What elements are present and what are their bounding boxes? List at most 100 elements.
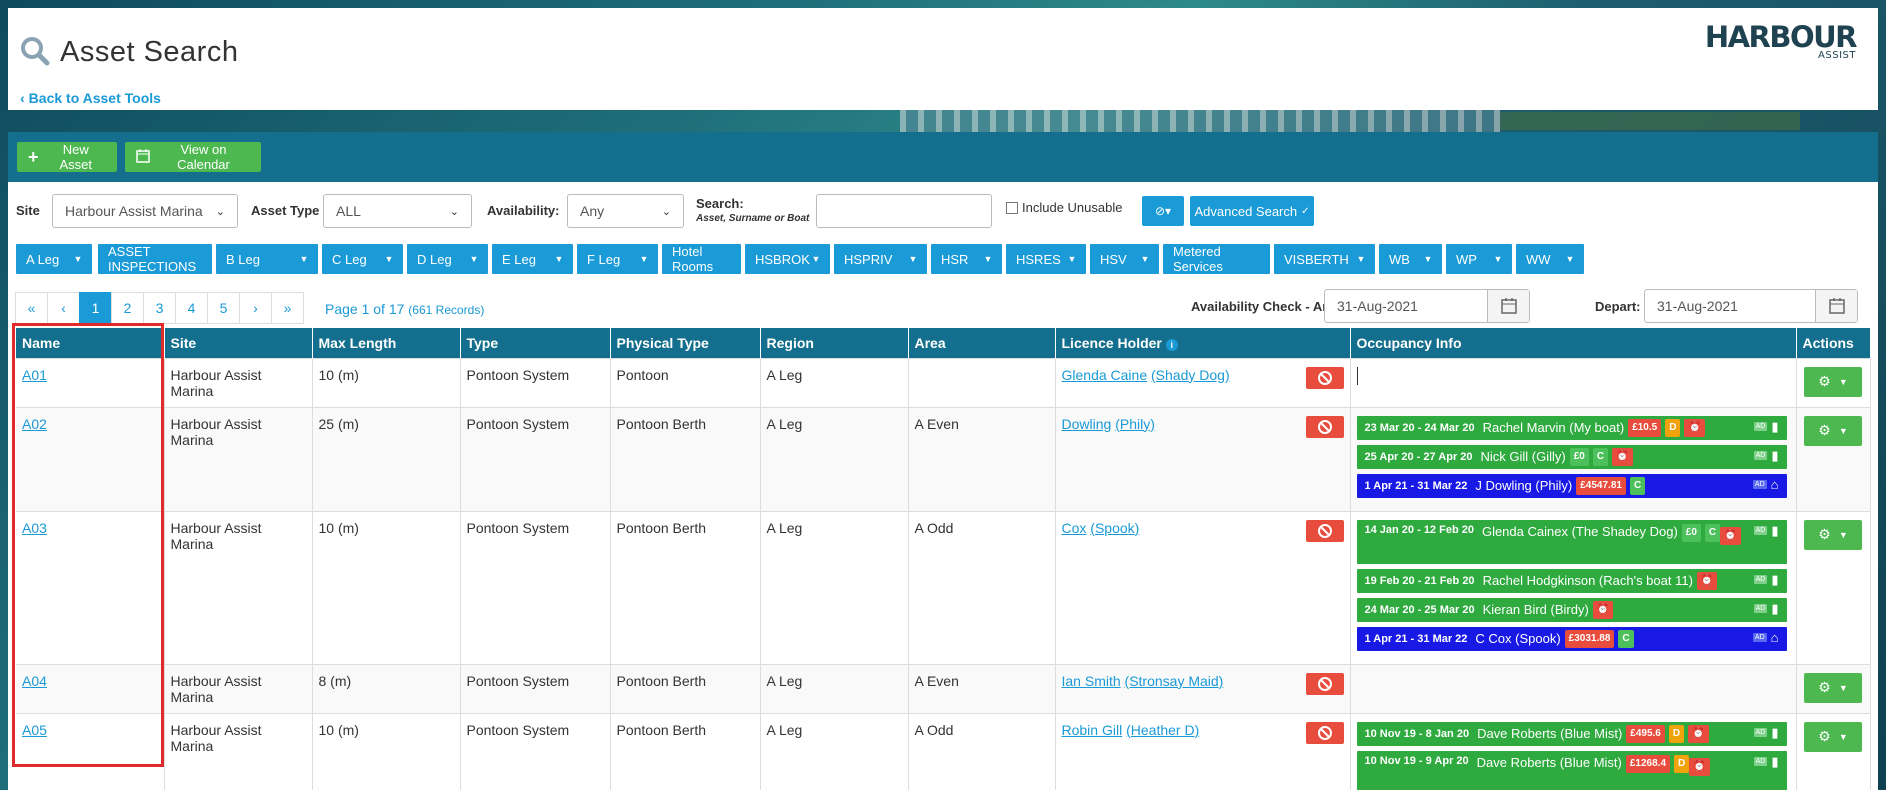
luggage-icon: ▮ (1771, 447, 1779, 463)
caret-down-icon[interactable]: ▼ (1414, 244, 1442, 274)
tag-f-leg[interactable]: F Leg ▼ (577, 244, 658, 274)
boat-link[interactable]: (Phily) (1115, 416, 1155, 432)
booking-bar[interactable]: 14 Jan 20 - 12 Feb 20 Glenda Cainex (The … (1356, 519, 1787, 564)
tag-wp[interactable]: WP ▼ (1446, 244, 1512, 274)
actions-gear-button[interactable]: ⚙ ▼ (1804, 721, 1862, 752)
booking-bar[interactable]: 24 Mar 20 - 25 Mar 20 Kieran Bird (Birdy)… (1356, 597, 1787, 622)
boat-link[interactable]: (Shady Dog) (1151, 367, 1230, 383)
page-5[interactable]: 5 (207, 292, 240, 324)
depart-date-input[interactable]: 31-Aug-2021 (1644, 289, 1858, 323)
tag-hsres[interactable]: HSRES ▼ (1006, 244, 1086, 274)
tag-metered-services[interactable]: Metered Services (1163, 244, 1270, 274)
arrival-date-input[interactable]: 31-Aug-2021 (1324, 289, 1530, 323)
col-physical-type[interactable]: Physical Type (610, 328, 761, 358)
view-calendar-button[interactable]: View on Calendar (125, 142, 261, 172)
caret-down-icon[interactable]: ▼ (545, 244, 573, 274)
caret-down-icon[interactable]: ▼ (64, 244, 92, 274)
tag-wb[interactable]: WB ▼ (1379, 244, 1442, 274)
actions-gear-button[interactable]: ⚙ ▼ (1804, 672, 1862, 703)
site-select[interactable]: Harbour Assist Marina ⌄ (52, 194, 238, 228)
holder-link[interactable]: Glenda Caine (1062, 367, 1148, 383)
booking-bar[interactable]: 1 Apr 21 - 31 Mar 22 C Cox (Spook) £3031.8… (1356, 626, 1787, 651)
tag-e-leg[interactable]: E Leg ▼ (492, 244, 573, 274)
tag-hsv[interactable]: HSV ▼ (1090, 244, 1159, 274)
caret-down-icon[interactable]: ▼ (899, 244, 927, 274)
booking-bar[interactable]: 10 Nov 19 - 9 Apr 20 Dave Roberts (Blue M… (1356, 750, 1787, 790)
block-icon-button[interactable] (1305, 415, 1344, 438)
col-area[interactable]: Area (908, 328, 1056, 358)
booking-bar[interactable]: 10 Nov 19 - 8 Jan 20 Dave Roberts (Blue M… (1356, 721, 1787, 746)
block-icon-button[interactable] (1305, 672, 1344, 695)
col-max-length[interactable]: Max Length (312, 328, 461, 358)
caret-down-icon[interactable]: ▼ (1058, 244, 1086, 274)
asset-type-select[interactable]: ALL ⌄ (323, 194, 472, 228)
actions-gear-button[interactable]: ⚙ ▼ (1804, 415, 1862, 446)
booking-bar[interactable]: 19 Feb 20 - 21 Feb 20 Rachel Hodgkinson (… (1356, 568, 1787, 593)
calendar-icon[interactable] (1487, 290, 1529, 322)
tag-d-leg[interactable]: D Leg ▼ (407, 244, 488, 274)
caret-down-icon[interactable]: ▼ (1484, 244, 1512, 274)
new-asset-button[interactable]: + New Asset (17, 142, 117, 172)
include-unusable-checkbox[interactable] (1006, 201, 1018, 214)
boat-link[interactable]: (Spook) (1090, 520, 1139, 536)
tag-hspriv[interactable]: HSPRIV ▼ (834, 244, 927, 274)
col-type[interactable]: Type (460, 328, 611, 358)
caret-down-icon[interactable]: ▼ (802, 244, 830, 274)
page-2[interactable]: 2 (111, 292, 144, 324)
holder-link[interactable]: Dowling (1062, 416, 1112, 432)
page-4[interactable]: 4 (175, 292, 208, 324)
asset-link[interactable]: A04 (22, 673, 47, 689)
tag-c-leg[interactable]: C Leg ▼ (322, 244, 403, 274)
col-site[interactable]: Site (164, 328, 313, 358)
caret-down-icon[interactable]: ▼ (460, 244, 488, 274)
calendar-icon[interactable] (1815, 290, 1857, 322)
holder-link[interactable]: Robin Gill (1062, 722, 1123, 738)
page-prev[interactable]: ‹ (47, 292, 80, 324)
page-3[interactable]: 3 (143, 292, 176, 324)
tag-b-leg[interactable]: B Leg ▼ (216, 244, 318, 274)
availability-select[interactable]: Any ⌄ (567, 194, 684, 228)
asset-link[interactable]: A03 (22, 520, 47, 536)
asset-link[interactable]: A02 (22, 416, 47, 432)
boat-link[interactable]: (Stronsay Maid) (1125, 673, 1224, 689)
caret-down-icon[interactable]: ▼ (974, 244, 1002, 274)
page-last[interactable]: » (271, 292, 304, 324)
search-input[interactable] (816, 194, 992, 228)
caret-down-icon[interactable]: ▼ (1556, 244, 1584, 274)
booking-bar[interactable]: 25 Apr 20 - 27 Apr 20 Nick Gill (Gilly) £0… (1356, 444, 1787, 469)
actions-gear-button[interactable]: ⚙ ▼ (1804, 519, 1862, 550)
tag-hotel-rooms[interactable]: Hotel Rooms (662, 244, 741, 274)
tag-visberth[interactable]: VISBERTH ▼ (1274, 244, 1375, 274)
holder-link[interactable]: Cox (1062, 520, 1087, 536)
back-link[interactable]: ‹ Back to Asset Tools (20, 90, 161, 106)
block-icon-button[interactable] (1305, 721, 1344, 744)
holder-link[interactable]: Ian Smith (1062, 673, 1121, 689)
asset-link[interactable]: A05 (22, 722, 47, 738)
caret-down-icon[interactable]: ▼ (375, 244, 403, 274)
actions-gear-button[interactable]: ⚙ ▼ (1804, 366, 1862, 397)
tag-hsbrok[interactable]: HSBROK ▼ (745, 244, 830, 274)
tag-ww[interactable]: WW ▼ (1516, 244, 1584, 274)
caret-down-icon[interactable]: ▼ (1131, 244, 1159, 274)
asset-link[interactable]: A01 (22, 367, 47, 383)
caret-down-icon[interactable]: ▼ (1347, 244, 1375, 274)
clear-filter-button[interactable]: ⊘▾ (1142, 196, 1184, 226)
tag-asset-inspections[interactable]: ASSET INSPECTIONS (98, 244, 212, 274)
col-occupancy-info[interactable]: Occupancy Info (1350, 328, 1797, 358)
caret-down-icon[interactable]: ▼ (630, 244, 658, 274)
booking-bar[interactable]: 1 Apr 21 - 31 Mar 22 J Dowling (Phily) £45… (1356, 473, 1787, 498)
page-1[interactable]: 1 (79, 292, 112, 324)
col-region[interactable]: Region (760, 328, 909, 358)
col-name[interactable]: Name (16, 328, 165, 358)
booking-bar[interactable]: 23 Mar 20 - 24 Mar 20 Rachel Marvin (My b… (1356, 415, 1787, 440)
page-next[interactable]: › (239, 292, 272, 324)
tag-a-leg[interactable]: A Leg ▼ (16, 244, 92, 274)
tag-hsr[interactable]: HSR ▼ (931, 244, 1002, 274)
block-icon-button[interactable] (1305, 519, 1344, 542)
page-first[interactable]: « (15, 292, 48, 324)
col-licence-holder[interactable]: Licence Holder i (1055, 328, 1351, 358)
advanced-search-button[interactable]: Advanced Search ✓ (1190, 196, 1314, 226)
boat-link[interactable]: (Heather D) (1126, 722, 1199, 738)
block-icon-button[interactable] (1305, 366, 1344, 389)
caret-down-icon[interactable]: ▼ (290, 244, 318, 274)
